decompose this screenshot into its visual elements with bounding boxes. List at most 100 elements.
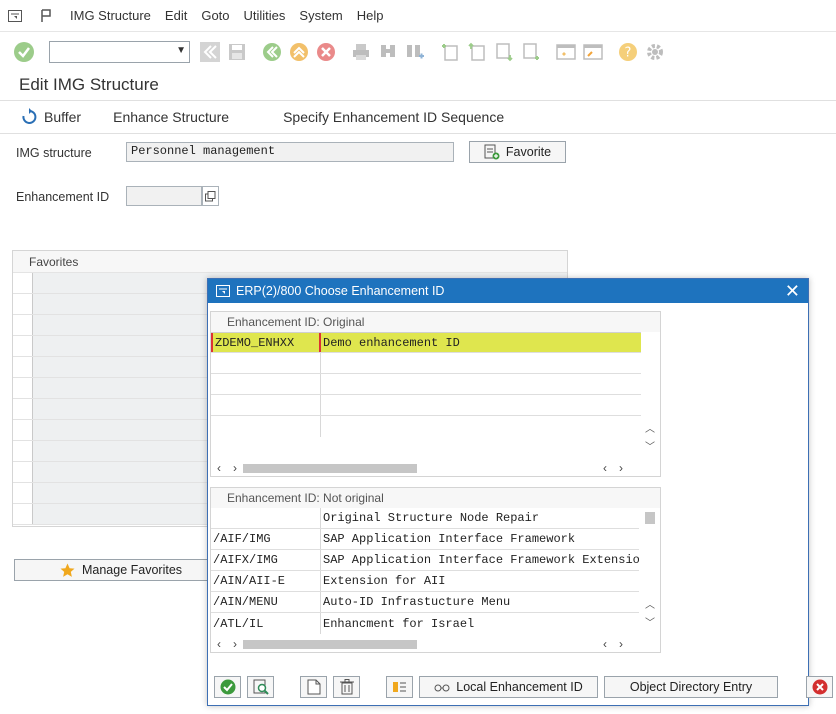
first-page-icon[interactable] [438,40,462,64]
delete-button[interactable] [333,676,360,698]
create-button[interactable] [300,676,327,698]
scroll-left-icon[interactable]: ‹ [217,637,221,651]
enter-icon[interactable] [12,40,36,64]
scroll-thumb[interactable] [243,463,417,473]
menu-utilities[interactable]: Utilities [244,8,286,23]
scroll-left-icon[interactable]: ‹ [603,637,607,651]
check-icon [220,679,236,695]
search-list-icon [253,679,269,695]
row-selector[interactable] [13,441,33,461]
original-table-header: Enhancement ID: Original [211,312,660,332]
table-row[interactable] [211,395,641,416]
shortcut-icon[interactable] [581,40,605,64]
row-selector[interactable] [13,315,33,335]
new-session-icon[interactable] [554,40,578,64]
scroll-right-icon[interactable]: › [619,637,623,651]
scroll-left-icon[interactable]: ‹ [603,461,607,475]
cancel-button[interactable] [806,676,833,698]
scroll-right-icon[interactable]: › [619,461,623,475]
enhance-structure-button[interactable]: Enhance Structure [97,109,245,125]
command-field[interactable]: ▼ [49,41,190,63]
next-page-icon[interactable] [492,40,516,64]
scroll-left-icon[interactable]: ‹ [217,461,221,475]
table-row[interactable] [211,353,641,374]
print-icon[interactable] [349,40,373,64]
scroll-down-icon[interactable]: ﹀ [645,614,655,629]
row-selector[interactable] [13,420,33,440]
table-row[interactable] [211,416,641,437]
table-row[interactable]: /AIF/IMG SAP Application Interface Frame… [211,529,639,550]
table-row[interactable]: /AIN/MENU Auto-ID Infrastucture Menu [211,592,639,613]
table-cell-id: ZDEMO_ENHXX [211,333,321,352]
back-icon[interactable] [260,40,284,64]
table-row[interactable]: /ATL/IL Enhancment for Israel [211,613,639,634]
scroll-down-icon[interactable]: ﹀ [645,438,655,453]
star-icon [60,563,75,578]
row-selector[interactable] [13,294,33,314]
menu-help[interactable]: Help [357,8,384,23]
table-row[interactable]: Original Structure Node Repair [211,508,639,529]
scroll-up-icon[interactable]: ︿ [645,420,655,435]
menu-goto[interactable]: Goto [201,8,229,23]
img-structure-field[interactable]: Personnel management [126,142,454,162]
row-selector[interactable] [13,504,33,524]
close-icon[interactable]: ✕ [785,281,800,302]
trash-icon [339,679,354,695]
menu-system[interactable]: System [299,8,342,23]
page-title: Edit IMG Structure [19,75,159,94]
enhancement-id-field[interactable] [126,186,202,206]
vertical-scrollbar[interactable]: ︿ ﹀ [642,510,658,632]
previous-page-icon[interactable] [465,40,489,64]
manage-favorites-button[interactable]: Manage Favorites [14,559,228,581]
local-enhancement-id-button[interactable]: Local Enhancement ID [419,676,598,698]
specify-sequence-button[interactable]: Specify Enhancement ID Sequence [245,109,520,125]
dialog-menu-icon[interactable] [216,285,230,297]
buffer-label: Buffer [44,109,82,125]
table-row[interactable]: ZDEMO_ENHXX Demo enhancement ID [211,332,641,353]
row-selector[interactable] [13,336,33,356]
menu-img-structure[interactable]: IMG Structure [70,8,151,23]
menu-edit[interactable]: Edit [165,8,187,23]
scroll-right-icon[interactable]: › [233,461,237,475]
table-row[interactable]: /AIN/AII-E Extension for AII [211,571,639,592]
scroll-thumb[interactable] [645,512,655,524]
save-icon[interactable] [225,40,249,64]
row-selector[interactable] [13,399,33,419]
buffer-button[interactable]: Buffer [0,108,97,126]
row-selector[interactable] [13,273,33,293]
favorite-button-label: Favorite [505,145,552,159]
value-help-button[interactable] [202,186,219,206]
img-structure-value: Personnel management [131,144,276,158]
horizontal-scrollbar[interactable]: ‹ › ‹ › [211,460,651,476]
local-enhancement-id-label: Local Enhancement ID [456,680,583,694]
row-selector[interactable] [13,483,33,503]
scroll-right-icon[interactable]: › [233,637,237,651]
vertical-scrollbar[interactable]: ︿ ﹀ [642,334,658,456]
menu-icon[interactable] [6,8,24,24]
row-selector[interactable] [13,357,33,377]
table-row[interactable] [211,374,641,395]
find-next-icon[interactable] [403,40,427,64]
settings-icon[interactable] [643,40,667,64]
horizontal-scrollbar[interactable]: ‹ › ‹ › [211,636,651,652]
table-row[interactable]: /AIFX/IMG SAP Application Interface Fram… [211,550,639,571]
find-icon[interactable] [376,40,400,64]
enhance-structure-label: Enhance Structure [113,109,230,125]
cancel-icon[interactable] [314,40,338,64]
continue-button[interactable] [214,676,241,698]
row-selector[interactable] [13,378,33,398]
scroll-thumb[interactable] [243,639,417,649]
object-directory-entry-button[interactable]: Object Directory Entry [604,676,778,698]
hierarchy-button[interactable] [386,676,413,698]
layout-menu-icon[interactable] [38,8,56,24]
row-selector[interactable] [13,462,33,482]
favorite-button[interactable]: Favorite [469,141,566,163]
scroll-up-icon[interactable]: ︿ [645,596,655,611]
last-page-icon[interactable] [519,40,543,64]
exit-icon[interactable] [287,40,311,64]
cancel-icon [812,679,828,695]
search-button[interactable] [247,676,274,698]
help-icon[interactable]: ? [616,40,640,64]
chevron-down-icon[interactable]: ▼ [176,45,186,56]
dialog-title: ERP(2)/800 Choose Enhancement ID [236,284,445,298]
